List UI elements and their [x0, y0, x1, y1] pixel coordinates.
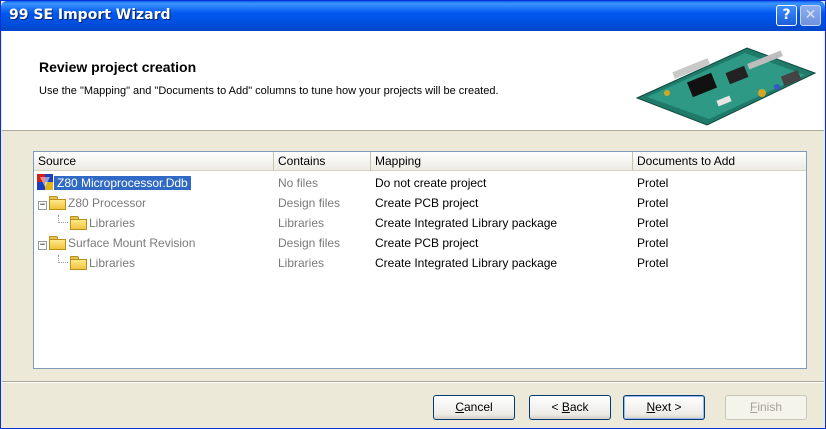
collapse-icon[interactable]: − [38, 241, 47, 250]
finish-button[interactable]: Finish [725, 395, 807, 420]
mapping-cell[interactable]: Create PCB project [375, 233, 478, 253]
database-icon [37, 174, 53, 190]
cancel-button[interactable]: Cancel [433, 395, 515, 420]
source-label: Z80 Microprocessor.Ddb [54, 176, 191, 190]
source-label: Libraries [89, 256, 136, 270]
folder-icon [70, 256, 87, 270]
project-table[interactable]: Source Contains Mapping Documents to Add… [33, 151, 807, 369]
collapse-icon[interactable]: − [38, 201, 47, 210]
contains-cell: Design files [278, 196, 341, 210]
documents-cell[interactable]: Protel [637, 173, 668, 193]
close-button[interactable]: ✕ [800, 5, 821, 26]
source-cell[interactable]: − Z80 Processor [38, 193, 146, 213]
source-cell[interactable]: − Surface Mount Revision [38, 233, 195, 253]
folder-icon [70, 216, 87, 230]
contains-cell: Libraries [278, 256, 325, 270]
source-label: Z80 Processor [68, 196, 147, 210]
next-button[interactable]: Next > [623, 395, 705, 420]
back-label-post: ack [569, 400, 589, 414]
circuit-board-image [627, 43, 817, 127]
mapping-cell[interactable]: Create PCB project [375, 193, 478, 213]
source-cell[interactable]: Libraries [58, 213, 135, 233]
tree-line [58, 255, 68, 263]
source-cell[interactable]: Z80 Microprocessor.Ddb [37, 173, 191, 193]
tree-line [58, 215, 68, 223]
col-documents-to-add[interactable]: Documents to Add [633, 152, 806, 171]
next-accesskey: N [646, 400, 656, 414]
back-button[interactable]: < Back [529, 395, 611, 420]
mapping-cell[interactable]: Create Integrated Library package [375, 253, 557, 273]
cancel-label-post: ancel [463, 400, 493, 414]
col-contains[interactable]: Contains [274, 152, 371, 171]
title-bar[interactable]: 99 SE Import Wizard ? ✕ [1, 1, 825, 31]
documents-cell[interactable]: Protel [637, 253, 668, 273]
contains-cell: No files [278, 176, 319, 190]
wizard-window: 99 SE Import Wizard ? ✕ Review project c… [0, 0, 826, 429]
table-row[interactable]: Z80 Microprocessor.Ddb No files Do not c… [34, 173, 806, 193]
contains-cell: Design files [278, 236, 341, 250]
folder-icon [49, 236, 66, 250]
back-accesskey: B [561, 400, 570, 414]
table-row[interactable]: Libraries Libraries Create Integrated Li… [34, 253, 806, 273]
wizard-header: Review project creation Use the "Mapping… [2, 31, 824, 131]
page-description: Use the "Mapping" and "Documents to Add"… [39, 85, 499, 97]
finish-label-post: inish [757, 400, 783, 414]
source-label: Surface Mount Revision [68, 236, 196, 250]
folder-icon [49, 196, 66, 210]
source-label: Libraries [89, 216, 136, 230]
contains-cell: Libraries [278, 216, 325, 230]
help-button[interactable]: ? [776, 5, 797, 26]
mapping-cell[interactable]: Do not create project [375, 173, 486, 193]
table-row[interactable]: Libraries Libraries Create Integrated Li… [34, 213, 806, 233]
back-label-pre: < [551, 400, 562, 414]
mapping-cell[interactable]: Create Integrated Library package [375, 213, 557, 233]
col-mapping[interactable]: Mapping [371, 152, 633, 171]
table-header: Source Contains Mapping Documents to Add [34, 152, 806, 171]
footer-divider [2, 381, 824, 383]
documents-cell[interactable]: Protel [637, 193, 668, 213]
table-row[interactable]: − Surface Mount Revision Design files Cre… [34, 233, 806, 253]
table-row[interactable]: − Z80 Processor Design files Create PCB p… [34, 193, 806, 213]
cancel-accesskey: C [455, 400, 464, 414]
documents-cell[interactable]: Protel [637, 213, 668, 233]
page-title: Review project creation [39, 59, 197, 75]
col-source[interactable]: Source [34, 152, 274, 171]
next-label-post: ext > [655, 400, 682, 414]
source-cell[interactable]: Libraries [58, 253, 135, 273]
documents-cell[interactable]: Protel [637, 233, 668, 253]
window-title: 99 SE Import Wizard [9, 7, 171, 23]
